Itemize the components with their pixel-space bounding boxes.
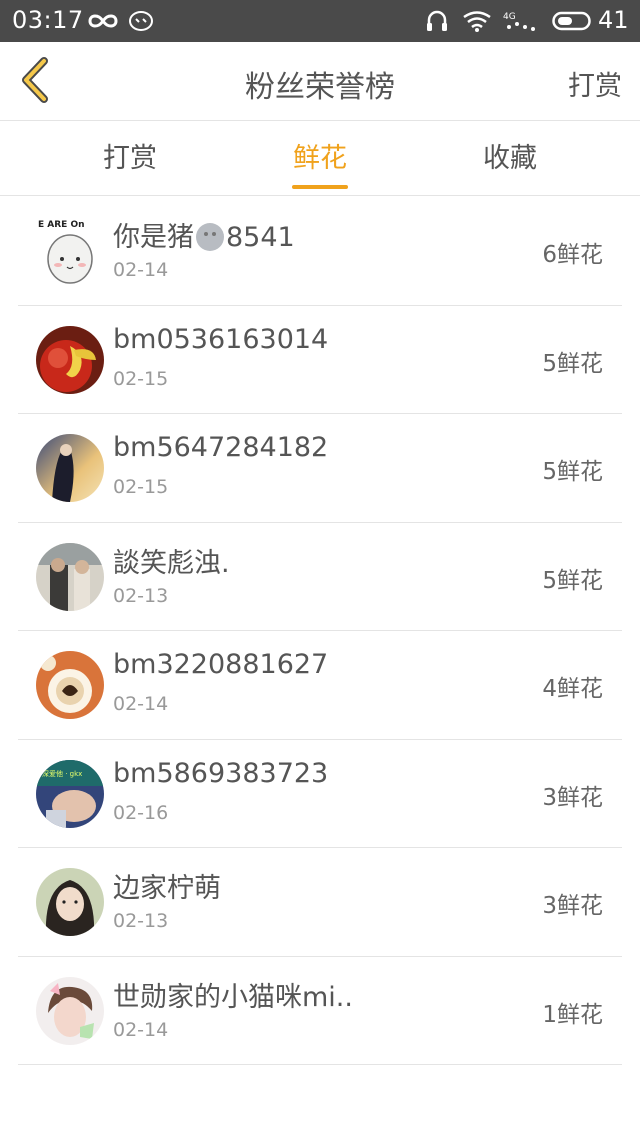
divider [18, 1064, 622, 1065]
fan-name: 你是猪 8541 [113, 222, 295, 253]
svg-text:4G: 4G [503, 12, 516, 22]
tab-favorites[interactable]: 收藏 [430, 121, 590, 196]
avatar [36, 868, 104, 936]
fan-date: 02-16 [113, 801, 169, 824]
avatar-text: 深爱他 · gkx [42, 769, 82, 778]
avatar [36, 651, 104, 719]
notification-icon [126, 0, 156, 42]
active-tab-indicator [292, 185, 348, 189]
wifi-icon [460, 0, 494, 42]
flower-count: 3鲜花 [542, 784, 603, 811]
signal-4g-icon: 4G [502, 0, 538, 42]
list-item[interactable]: bm3220881627 02-14 4鲜花 [0, 631, 640, 740]
fan-date: 02-14 [113, 259, 169, 281]
flower-count: 5鲜花 [542, 350, 603, 377]
avatar [36, 976, 104, 1045]
avatar-text: E ARE On [38, 220, 85, 230]
flower-count: 4鲜花 [542, 676, 603, 702]
fan-name: 边家柠萌 [113, 873, 221, 904]
flower-count: 1鲜花 [542, 1001, 603, 1028]
reward-button[interactable]: 打赏 [568, 64, 622, 103]
avatar [36, 434, 104, 502]
list-item[interactable]: 边家柠萌 02-13 3鲜花 [0, 848, 640, 957]
fan-date: 02-14 [113, 693, 169, 715]
list-item[interactable]: E ARE On 你是猪 8541 02-14 6鲜花 [0, 197, 640, 306]
battery-toggle-icon [550, 0, 594, 42]
list-item[interactable]: 世勋家的小猫咪mi.. 02-14 1鲜花 [0, 957, 640, 1065]
gray-face-emoji [196, 223, 224, 251]
page-title: 粉丝荣誉榜 [245, 70, 395, 105]
fan-name: bm5647284182 [113, 432, 329, 463]
fan-date: 02-14 [113, 1018, 169, 1041]
fan-list: E ARE On 你是猪 8541 02-14 6鲜花 bm0536163014 … [0, 197, 640, 1065]
list-item[interactable]: bm0536163014 02-15 5鲜花 [0, 306, 640, 414]
fan-name: bm0536163014 [113, 323, 329, 355]
headphones-icon [424, 0, 450, 42]
avatar: 深爱他 · gkx [36, 759, 104, 828]
status-bar: 03:17 4G 41 [0, 0, 640, 42]
avatar: E ARE On [36, 217, 104, 285]
header: 粉丝荣誉榜 打赏 [0, 42, 640, 121]
fan-name: bm5869383723 [113, 757, 329, 789]
list-item[interactable]: bm5647284182 02-15 5鲜花 [0, 414, 640, 523]
fan-name: 談笑彪浊. [113, 547, 230, 579]
avatar [36, 542, 104, 611]
flower-count: 6鲜花 [542, 242, 603, 268]
tab-reward[interactable]: 打赏 [50, 121, 210, 196]
list-item[interactable]: 深爱他 · gkx bm5869383723 02-16 3鲜花 [0, 740, 640, 848]
tab-bar: 打赏 鲜花 收藏 [0, 121, 640, 196]
flower-count: 3鲜花 [542, 893, 603, 919]
battery-level: 41 [598, 6, 629, 34]
fan-date: 02-15 [113, 476, 169, 498]
fan-name: 世勋家的小猫咪mi.. [113, 981, 353, 1013]
list-item[interactable]: 談笑彪浊. 02-13 5鲜花 [0, 523, 640, 631]
infinity-icon [86, 0, 120, 42]
fan-date: 02-15 [113, 367, 169, 390]
avatar [36, 325, 104, 394]
fan-date: 02-13 [113, 584, 169, 607]
fan-name: bm3220881627 [113, 649, 329, 680]
flower-count: 5鲜花 [542, 567, 603, 594]
flower-count: 5鲜花 [542, 459, 603, 485]
status-time: 03:17 [12, 6, 84, 34]
fan-date: 02-13 [113, 910, 169, 932]
